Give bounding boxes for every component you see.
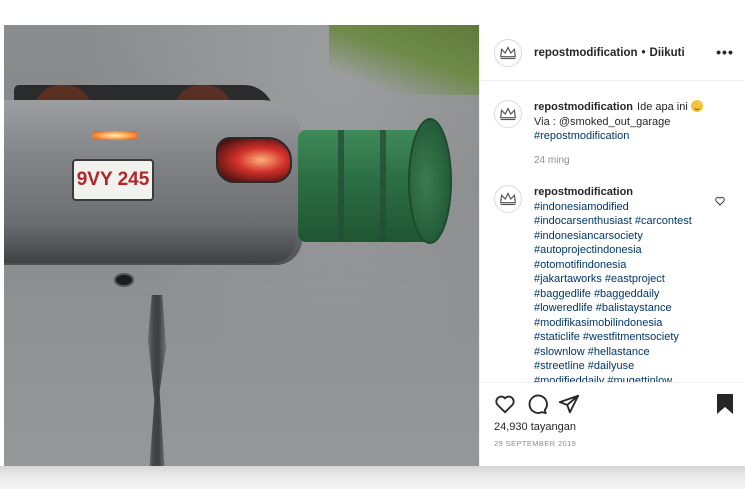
- instagram-post-view: 9VY 245 repostmodification • Diikuti •••…: [0, 0, 745, 489]
- post-actions: 24,930 tayangan 29 SEPTEMBER 2019: [480, 382, 745, 466]
- caption-body: repostmodification Ide apa ini Via : @smo…: [534, 100, 724, 168]
- crown-logo-icon: [499, 45, 517, 59]
- hashtag-link[interactable]: #indocarsenthusiast #carcontest: [534, 214, 724, 229]
- save-button[interactable]: [714, 393, 736, 415]
- header-text: repostmodification • Diikuti: [534, 47, 685, 59]
- barrel-rib: [338, 130, 344, 242]
- caption-username[interactable]: repostmodification: [534, 101, 633, 113]
- tail-light: [216, 137, 292, 183]
- convertible-car: 9VY 245: [4, 45, 304, 287]
- brake-light: [92, 131, 138, 140]
- ellipsis-icon: •••: [716, 44, 734, 60]
- header-separator: •: [641, 46, 646, 59]
- like-button[interactable]: [494, 393, 516, 415]
- more-options-button[interactable]: •••: [716, 43, 734, 61]
- post-date[interactable]: 29 SEPTEMBER 2019: [494, 439, 576, 448]
- share-button[interactable]: [558, 393, 580, 415]
- heart-icon: [495, 395, 515, 414]
- caption-time[interactable]: 24 ming: [534, 154, 724, 169]
- hashtag-link[interactable]: #autoprojectindonesia: [534, 243, 724, 258]
- comment-like-heart-icon[interactable]: [714, 195, 726, 207]
- hashtag-link[interactable]: #streetline #dailyuse: [534, 359, 724, 374]
- avatar[interactable]: [494, 100, 522, 128]
- hashtag-link[interactable]: #modifieddaily #mugettinlow: [534, 374, 724, 383]
- action-icons: [494, 393, 580, 415]
- window-bottom-edge: [0, 466, 745, 489]
- hashtag-link[interactable]: #indonesiancarsociety: [534, 229, 724, 244]
- post-header: repostmodification • Diikuti •••: [480, 25, 745, 81]
- comment-username[interactable]: repostmodification: [534, 186, 633, 198]
- crown-logo-icon: [499, 192, 517, 206]
- grinning-emoji-icon: [690, 100, 703, 112]
- hashtag-link[interactable]: #slownlow #hellastance: [534, 345, 724, 360]
- crown-logo-icon: [499, 107, 517, 121]
- hashtag-link[interactable]: #jakartaworks #eastproject: [534, 272, 724, 287]
- comment-button[interactable]: [526, 393, 548, 415]
- header-username[interactable]: repostmodification: [534, 47, 638, 59]
- follow-status-button[interactable]: Diikuti: [650, 47, 685, 59]
- paper-plane-icon: [558, 394, 580, 414]
- comment: repostmodification #indonesiamodified #i…: [494, 185, 734, 382]
- car-bumper: [4, 223, 296, 263]
- hashtag-link[interactable]: #modifikasimobilindonesia: [534, 316, 724, 331]
- bookmark-icon: [717, 394, 733, 414]
- roadside-grass: [329, 25, 479, 95]
- hashtag-link[interactable]: #indonesiamodified: [534, 200, 724, 215]
- view-count[interactable]: 24,930 tayangan: [494, 421, 576, 433]
- post-side-panel: repostmodification • Diikuti ••• repostm…: [479, 25, 745, 466]
- post-video[interactable]: 9VY 245: [4, 25, 479, 466]
- comment-body: repostmodification #indonesiamodified #i…: [534, 185, 724, 382]
- comments-section[interactable]: repostmodification Ide apa ini Via : @smo…: [480, 82, 745, 382]
- caption-via: Via : @smoked_out_garage: [534, 115, 671, 128]
- exhaust-pipe: [114, 273, 134, 287]
- hashtag-link[interactable]: #staticlife #westfitmentsociety: [534, 330, 724, 345]
- green-barrel: [298, 118, 452, 268]
- hashtag-link[interactable]: #otomotifindonesia: [534, 258, 724, 273]
- barrel-end: [408, 118, 452, 244]
- barrel-rib: [380, 130, 386, 242]
- caption: repostmodification Ide apa ini Via : @smo…: [494, 100, 734, 168]
- avatar[interactable]: [494, 38, 522, 67]
- comment-icon: [528, 394, 548, 415]
- hashtag-link[interactable]: #loweredlife #balistaystance: [534, 301, 724, 316]
- caption-text: Ide apa ini: [637, 101, 688, 113]
- caption-hashtag[interactable]: #repostmodification: [534, 129, 724, 144]
- license-plate: 9VY 245: [72, 159, 154, 201]
- hashtag-link[interactable]: #baggedlife #baggeddaily: [534, 287, 724, 302]
- avatar[interactable]: [494, 185, 522, 213]
